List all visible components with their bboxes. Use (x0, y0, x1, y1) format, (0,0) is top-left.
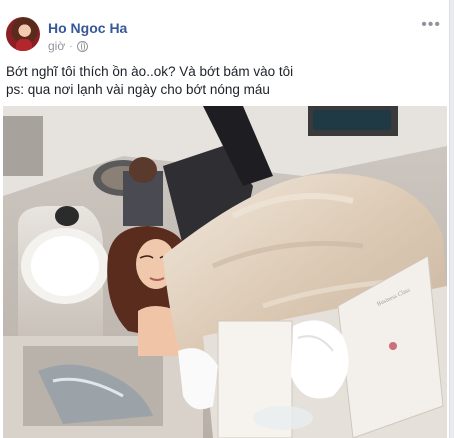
post-text-line-2: ps: qua nơi lạnh vài ngày cho bớt nóng m… (6, 82, 270, 97)
post-text: Bớt nghĩ tôi thích ồn ào..ok? Và bớt bám… (6, 63, 436, 99)
author-avatar[interactable] (6, 17, 40, 51)
author-name[interactable]: Ho Ngoc Ha (48, 20, 127, 36)
airplane-cabin-photo: Business Class (3, 106, 447, 438)
post-timestamp[interactable]: giờ (48, 39, 65, 53)
post-photo[interactable]: Business Class (3, 106, 447, 438)
separator-dot: · (69, 40, 73, 52)
facebook-post: Ho Ngoc Ha giờ · ••• Bớt nghĩ tôi thích … (0, 0, 450, 438)
globe-icon[interactable] (76, 40, 88, 52)
ellipsis-icon[interactable]: ••• (421, 16, 441, 34)
post-meta: giờ · (48, 39, 88, 53)
post-text-line-1: Bớt nghĩ tôi thích ồn ào..ok? Và bớt bám… (6, 64, 294, 79)
